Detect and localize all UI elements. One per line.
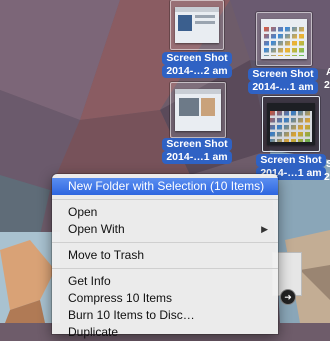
menu-item-duplicate[interactable]: Duplicate: [52, 324, 278, 341]
context-menu: New Folder with Selection (10 Items) Ope…: [52, 174, 278, 339]
screenshot-preview: [261, 19, 307, 59]
file-thumbnail: [262, 96, 320, 152]
menu-item-burn-to-disc[interactable]: Burn 10 Items to Disc…: [52, 307, 278, 324]
file-thumbnail: [170, 82, 226, 138]
screenshot-preview: [175, 89, 221, 131]
menu-separator: [52, 242, 278, 243]
menu-item-new-folder-with-selection[interactable]: New Folder with Selection (10 Items): [52, 178, 278, 195]
desktop-file-screenshot-3[interactable]: Screen Shot 2014-…1 am: [158, 82, 236, 168]
cropped-file-label: 2: [324, 79, 330, 91]
desktop-file-screenshot-4[interactable]: Screen Shot 2014-…1 am: [252, 96, 330, 180]
file-thumbnail: [256, 12, 312, 66]
share-arrow-icon[interactable]: ➜: [281, 290, 295, 304]
menu-separator: [52, 199, 278, 200]
menu-item-open-with[interactable]: Open With ▶: [52, 221, 278, 238]
menu-item-move-to-trash[interactable]: Move to Trash: [52, 247, 278, 264]
file-label: Screen Shot 2014-…1 am: [158, 138, 236, 164]
file-thumbnail: [170, 0, 224, 50]
menu-item-get-info[interactable]: Get Info: [52, 273, 278, 290]
cropped-file-label: S: [326, 158, 330, 170]
menu-item-compress[interactable]: Compress 10 Items: [52, 290, 278, 307]
file-label: Screen Shot 2014-…2 am: [158, 52, 236, 78]
cropped-file-label: 2: [324, 171, 330, 183]
file-label: Screen Shot 2014-…1 am: [244, 68, 322, 94]
screenshot-preview: [175, 7, 219, 43]
menu-item-open[interactable]: Open: [52, 204, 278, 221]
menu-separator: [52, 268, 278, 269]
menu-item-label: Open With: [68, 222, 125, 236]
desktop-file-screenshot-2[interactable]: Screen Shot 2014-…1 am: [244, 8, 322, 98]
desktop-file-screenshot-1[interactable]: Screen Shot 2014-…2 am: [158, 0, 236, 80]
cropped-file-label: A: [326, 66, 330, 78]
triangle-right-icon: ▶: [261, 224, 268, 234]
screenshot-preview: [267, 103, 315, 145]
